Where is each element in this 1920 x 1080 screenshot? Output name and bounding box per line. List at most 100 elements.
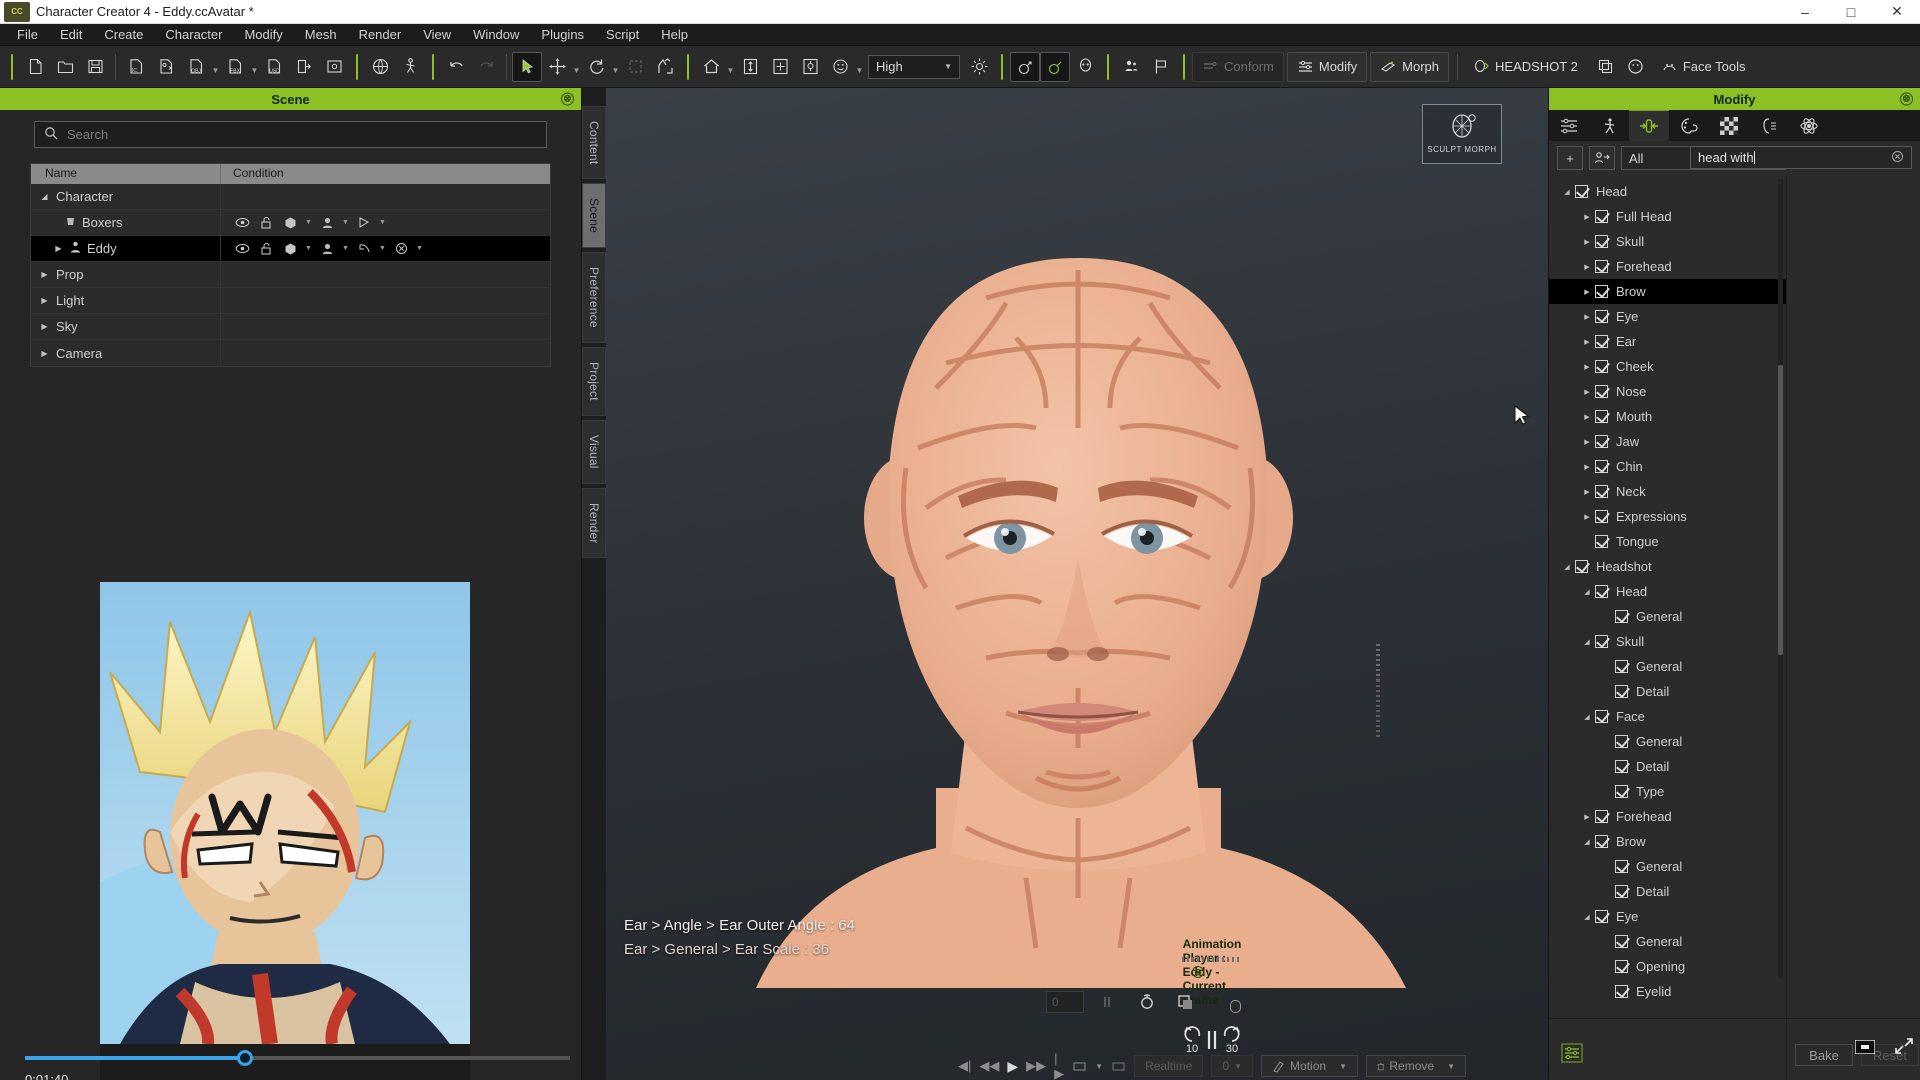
expander-icon[interactable]: ▶: [1579, 238, 1595, 246]
drag-grip[interactable]: [1182, 957, 1242, 962]
morph-tree-row[interactable]: Detail: [1549, 879, 1786, 904]
chevron-down-icon[interactable]: ▼: [1095, 1056, 1103, 1076]
search-input[interactable]: Search: [34, 121, 547, 148]
morph-tree-row[interactable]: Opening: [1549, 954, 1786, 979]
headshot-button[interactable]: HEADSHOT 2: [1463, 52, 1588, 82]
checkbox[interactable]: [1595, 535, 1608, 548]
timeline-handle[interactable]: [1230, 1000, 1241, 1013]
expander-icon[interactable]: ▶: [1579, 813, 1595, 821]
checkbox[interactable]: [1595, 235, 1608, 248]
menu-edit[interactable]: Edit: [49, 24, 93, 46]
physics-icon[interactable]: [353, 242, 375, 255]
maximize-button[interactable]: □: [1828, 0, 1874, 23]
tab-scene[interactable]: Scene: [582, 183, 606, 249]
remove-button[interactable]: Remove ▼: [1366, 1055, 1466, 1077]
edit-morph-icon[interactable]: [1040, 51, 1070, 82]
chevron-down-icon[interactable]: ▼: [340, 245, 351, 252]
expander-icon[interactable]: ▶: [1579, 313, 1595, 321]
checkbox[interactable]: [1595, 435, 1608, 448]
expander-icon[interactable]: ▶: [39, 270, 50, 279]
checkbox[interactable]: [1595, 585, 1608, 598]
checkbox[interactable]: [1615, 960, 1628, 973]
expander-icon[interactable]: ◢: [1559, 188, 1575, 196]
preview-icon[interactable]: [319, 52, 349, 82]
morph-tree-row[interactable]: ▶ Cheek: [1549, 354, 1786, 379]
frame-spinner[interactable]: 0: [1046, 991, 1084, 1013]
morph-search-input[interactable]: head with: [1690, 146, 1912, 169]
expander-icon[interactable]: ▶: [1579, 338, 1595, 346]
preset-icon[interactable]: [1589, 146, 1615, 170]
fullscreen-icon[interactable]: [1172, 992, 1198, 1012]
expander-icon[interactable]: ▶: [1579, 413, 1595, 421]
morph-slider-icon[interactable]: [1010, 51, 1040, 82]
mesh-icon[interactable]: [279, 216, 301, 229]
checkbox[interactable]: [1595, 410, 1608, 423]
redo-icon[interactable]: [471, 52, 501, 82]
open-folder-icon[interactable]: [50, 52, 80, 82]
checkbox[interactable]: [1595, 510, 1608, 523]
expander-icon[interactable]: ◢: [1579, 838, 1595, 846]
duplicate-icon[interactable]: [1591, 52, 1621, 82]
new-file-icon[interactable]: [20, 52, 50, 82]
minimap-icon[interactable]: [1855, 1040, 1875, 1054]
morph-tree-row[interactable]: ▶ Nose: [1549, 379, 1786, 404]
tab-physics[interactable]: [1789, 110, 1829, 141]
checkbox[interactable]: [1595, 310, 1608, 323]
morph-tree-row[interactable]: ▶ Forehead: [1549, 804, 1786, 829]
morph-tree-row[interactable]: Detail: [1549, 679, 1786, 704]
expander-icon[interactable]: ◢: [1579, 638, 1595, 646]
chevron-down-icon[interactable]: ▼: [726, 54, 735, 80]
uv-icon[interactable]: [353, 216, 375, 229]
fps-dropdown[interactable]: 0 ▼: [1211, 1055, 1254, 1077]
close-icon[interactable]: ⊗: [561, 92, 574, 106]
morph-tree-row[interactable]: ▶ Neck: [1549, 479, 1786, 504]
import-obj-icon[interactable]: OBJ: [181, 52, 211, 82]
eye-icon[interactable]: [231, 243, 253, 254]
scale-tool-icon[interactable]: [620, 52, 650, 82]
morph-tree-row[interactable]: ▶ Skull: [1549, 229, 1786, 254]
expander-icon[interactable]: ▶: [1579, 438, 1595, 446]
move-view-icon[interactable]: [765, 52, 795, 82]
import-avatar-icon[interactable]: [151, 52, 181, 82]
tab-pose[interactable]: [1589, 110, 1629, 141]
checkbox[interactable]: [1615, 860, 1628, 873]
expander-icon[interactable]: ▶: [53, 244, 64, 253]
pause-button[interactable]: [1203, 1029, 1221, 1051]
checkbox[interactable]: [1615, 685, 1628, 698]
actor-icon[interactable]: [1116, 52, 1146, 82]
mesh-icon[interactable]: [279, 242, 301, 255]
checkbox[interactable]: [1595, 210, 1608, 223]
panel-resize-grip[interactable]: [1376, 644, 1380, 684]
export-icon[interactable]: [289, 52, 319, 82]
checkbox[interactable]: [1595, 485, 1608, 498]
rewind-10-button[interactable]: 10: [1181, 1025, 1203, 1055]
tab-head[interactable]: [1749, 110, 1789, 141]
checkbox[interactable]: [1595, 460, 1608, 473]
select-tool-icon[interactable]: [512, 51, 542, 82]
video-progress-handle[interactable]: [237, 1050, 253, 1066]
cancel-icon[interactable]: [390, 242, 412, 255]
expander-icon[interactable]: ▶: [39, 349, 50, 358]
checkbox[interactable]: [1615, 760, 1628, 773]
checkbox[interactable]: [1595, 360, 1608, 373]
key-marker-icon[interactable]: [1096, 992, 1122, 1012]
step-forward-icon[interactable]: ▶▶: [1026, 1056, 1046, 1076]
checkbox[interactable]: [1575, 185, 1588, 198]
eye-icon[interactable]: [231, 217, 253, 228]
minimize-button[interactable]: –: [1782, 0, 1828, 23]
morph-tree-row[interactable]: ▶ Eye: [1549, 304, 1786, 329]
viewport-3d[interactable]: SCULPT MORPH Ear > Angle > Ear Outer Ang…: [606, 88, 1548, 1080]
move-tool-icon[interactable]: [542, 52, 572, 82]
scene-row-light[interactable]: ▶ Light: [31, 288, 550, 314]
menu-modify[interactable]: Modify: [233, 24, 293, 46]
checkbox[interactable]: [1575, 560, 1588, 573]
globe-icon[interactable]: [365, 52, 395, 82]
menu-mesh[interactable]: Mesh: [294, 24, 348, 46]
tab-visual[interactable]: Visual: [582, 419, 606, 484]
morph-tree-row[interactable]: Detail: [1549, 754, 1786, 779]
chevron-down-icon[interactable]: ▼: [855, 54, 864, 80]
scene-row-boxers[interactable]: Boxers ▼ ▼ ▼: [31, 210, 550, 236]
morph-tree-row[interactable]: Tongue: [1549, 529, 1786, 554]
morph-tree-row[interactable]: General: [1549, 729, 1786, 754]
expander-icon[interactable]: ◢: [1559, 563, 1575, 571]
